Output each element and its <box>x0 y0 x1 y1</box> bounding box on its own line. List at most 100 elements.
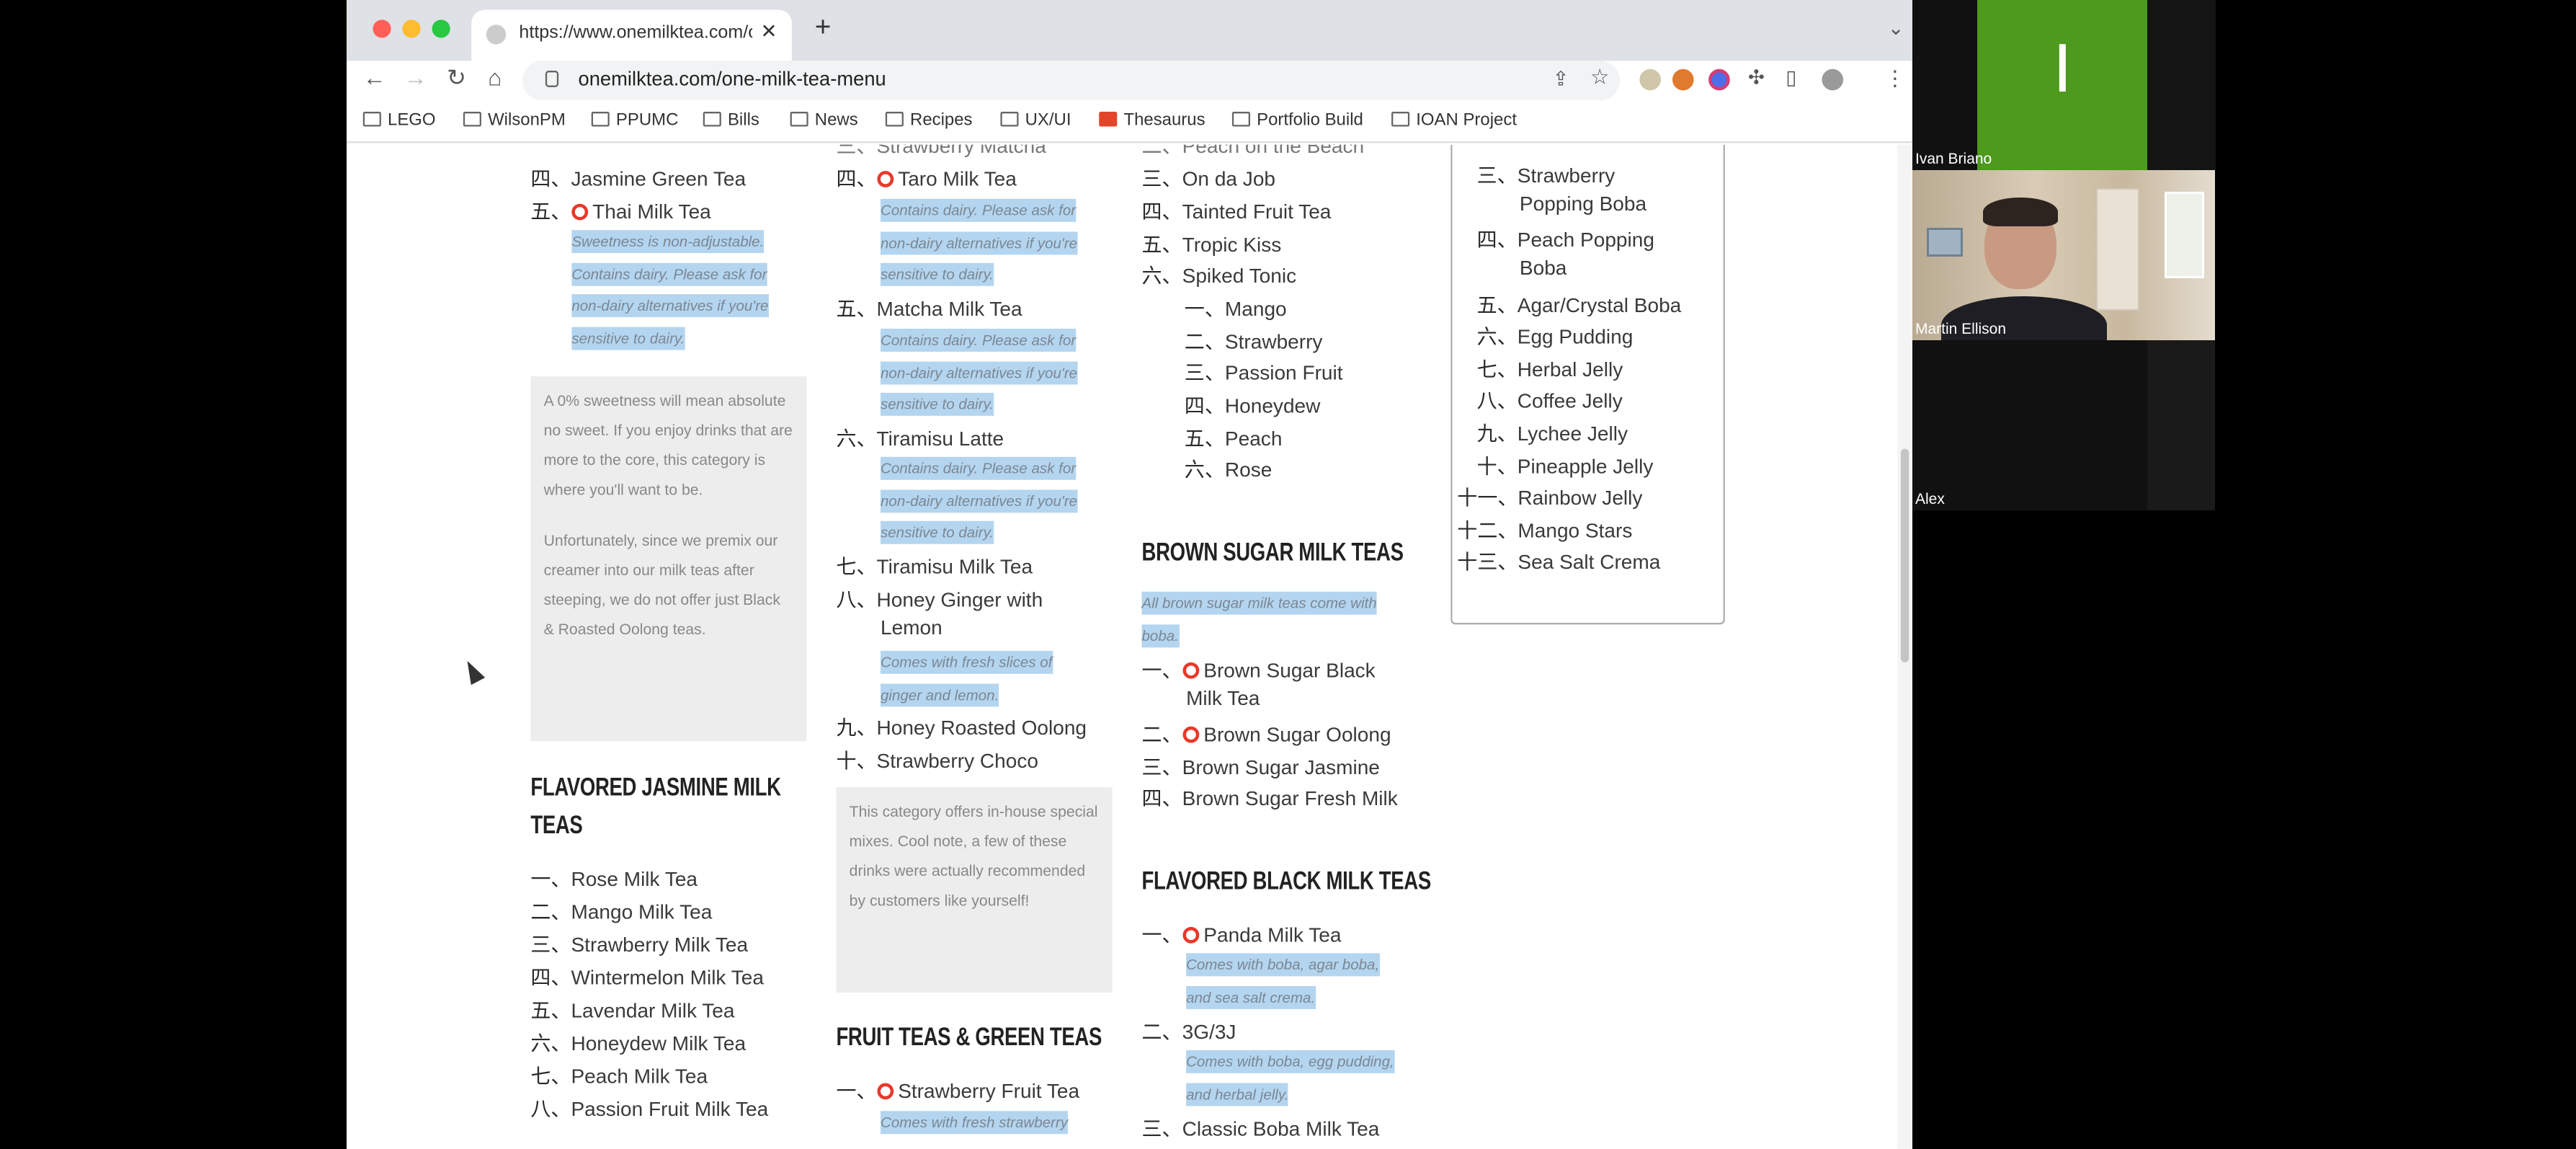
tab-title: https://www.onemilktea.com/o <box>519 22 753 43</box>
menu-item: 五、Lavendar Milk Tea <box>530 999 735 1023</box>
menu-item: 一、 Strawberry Fruit Tea <box>836 1079 1080 1103</box>
folder-icon <box>362 112 381 127</box>
sub-item: 三、Passion Fruit <box>1184 361 1343 385</box>
topping-item: 六、Egg Pudding <box>1476 325 1634 349</box>
minimize-window-icon[interactable] <box>402 19 421 38</box>
sub-item: 二、Strawberry <box>1184 330 1323 354</box>
menu-item: 一、 Panda Milk Tea <box>1141 923 1342 947</box>
menu-item: 三、Brown Sugar Jasmine <box>1141 755 1380 779</box>
person-hair <box>1983 198 2058 226</box>
menu-item: 一、 Brown Sugar Black <box>1141 659 1376 683</box>
sub-item: 四、Honeydew <box>1184 394 1321 418</box>
bookmark-folder[interactable]: Recipes <box>885 110 973 130</box>
address-bar[interactable]: onemilktea.com/one-milk-tea-menu ⇪ ☆ <box>522 61 1620 101</box>
popular-fire-icon <box>1182 926 1199 944</box>
extension-icon[interactable] <box>1672 68 1694 91</box>
popular-fire-icon <box>876 1083 893 1100</box>
popular-fire-icon <box>1182 662 1199 679</box>
folder-icon <box>703 112 721 127</box>
bookmark-folder[interactable]: IOAN Project <box>1391 110 1517 130</box>
reload-icon[interactable]: ↻ <box>447 64 466 92</box>
section-heading-cont: TEAS <box>530 812 583 840</box>
bookmark-folder[interactable]: WilsonPM <box>463 110 566 130</box>
lock-icon <box>545 71 559 87</box>
g3-note: Comes with boba, egg pudding, and herbal … <box>1186 1047 1416 1111</box>
menu-item: 四、Tainted Fruit Tea <box>1141 200 1332 224</box>
popular-fire-icon <box>876 171 893 187</box>
sub-item: 五、Peach <box>1184 427 1283 451</box>
section-heading: FRUIT TEAS & GREEN TEAS <box>836 1024 1102 1052</box>
dairy-note: Contains dairy. Please ask for non-dairy … <box>881 453 1102 549</box>
dairy-note: Contains dairy. Please ask for non-dairy … <box>881 195 1102 291</box>
topping-item: 四、Peach Popping <box>1476 228 1654 252</box>
tab-search-icon[interactable]: ⌄ <box>1888 17 1904 40</box>
more-menu-icon[interactable]: ⋮ <box>1884 66 1906 92</box>
bookmark-star-icon[interactable]: ☆ <box>1590 64 1610 90</box>
dairy-note: Contains dairy. Please ask for non-dairy … <box>881 325 1102 421</box>
puzzle-extensions-icon[interactable]: ✣ <box>1748 66 1765 89</box>
bookmark-thesaurus[interactable]: Thesaurus <box>1099 110 1205 130</box>
topping-item: 九、Lychee Jelly <box>1476 422 1628 445</box>
bookmark-folder[interactable]: LEGO <box>362 110 436 130</box>
side-panel-icon[interactable]: ▯ <box>1786 66 1796 89</box>
scrollbar-thumb[interactable] <box>1900 448 1909 662</box>
menu-item: 十、Strawberry Choco <box>836 749 1038 773</box>
folder-icon <box>885 112 904 127</box>
share-icon[interactable]: ⇪ <box>1553 67 1569 90</box>
topping-item: 八、Coffee Jelly <box>1476 389 1623 413</box>
active-tab[interactable]: https://www.onemilktea.com/o ✕ <box>471 9 792 61</box>
extension-icon[interactable] <box>1639 68 1661 91</box>
menu-item: 四、 Taro Milk Tea <box>836 167 1017 191</box>
folder-icon <box>1231 112 1250 127</box>
topping-item: 五、Agar/Crystal Boba <box>1476 294 1682 318</box>
participant-tile-martin[interactable]: Martin Ellison <box>1912 170 2215 340</box>
menu-item: 六、Tiramisu Latte <box>836 427 1004 451</box>
bookmark-folder[interactable]: News <box>790 110 858 130</box>
home-icon[interactable]: ⌂ <box>488 64 502 90</box>
topping-item: 十三、Sea Salt Crema <box>1457 550 1661 574</box>
tab-strip: https://www.onemilktea.com/o ✕ + ⌄ <box>347 0 1912 61</box>
topping-item: 七、Herbal Jelly <box>1476 358 1623 381</box>
wall-frame <box>1927 228 1963 257</box>
forward-icon[interactable]: → <box>404 64 427 90</box>
menu-item: 四、Wintermelon Milk Tea <box>530 966 764 990</box>
partial-line: 三、Strawberry Matcha <box>836 144 1046 158</box>
bookmark-folder[interactable]: Bills <box>703 110 759 130</box>
close-tab-icon[interactable]: ✕ <box>761 19 777 43</box>
bookmarks-bar: LEGO WilsonPM PPUMC Bills News Recipes U… <box>347 102 1912 143</box>
participant-tile-alex[interactable]: Alex <box>1912 340 2215 510</box>
partial-line: 二、Peach on the Beach <box>1141 144 1365 158</box>
brown-sugar-note: All brown sugar milk teas come with boba. <box>1141 588 1405 652</box>
new-tab-icon[interactable]: + <box>815 12 832 45</box>
menu-item: 七、Peach Milk Tea <box>530 1065 708 1088</box>
bookmark-folder[interactable]: PPUMC <box>591 110 678 130</box>
participant-name: Alex <box>1915 491 1945 507</box>
menu-item: 九、Honey Roasted Oolong <box>836 717 1087 740</box>
popular-fire-icon <box>571 203 588 221</box>
bookmark-folder[interactable]: Portfolio Build <box>1231 110 1363 130</box>
browser-window: https://www.onemilktea.com/o ✕ + ⌄ ← → ↻… <box>347 0 1912 1149</box>
folder-icon <box>1391 112 1410 127</box>
sub-item: 一、Mango <box>1184 297 1287 321</box>
thesaurus-icon <box>1099 112 1118 127</box>
close-window-icon[interactable] <box>373 19 391 38</box>
topping-item: 十、Pineapple Jelly <box>1476 455 1654 479</box>
profile-avatar[interactable] <box>1822 68 1844 91</box>
menu-item-cont: Milk Tea <box>1186 687 1260 710</box>
participant-name: Martin Ellison <box>1915 321 2007 337</box>
folder-icon <box>1000 112 1019 127</box>
bookmark-folder[interactable]: UX/UI <box>1000 110 1071 130</box>
url-text: onemilktea.com/one-milk-tea-menu <box>578 67 886 91</box>
menu-item: 四、Brown Sugar Fresh Milk <box>1141 787 1398 811</box>
maximize-window-icon[interactable] <box>432 19 450 38</box>
menu-item: 五、Matcha Milk Tea <box>836 297 1022 321</box>
section-heading: FLAVORED BLACK MILK TEAS <box>1141 867 1432 896</box>
back-icon[interactable]: ← <box>363 64 386 90</box>
extension-icon[interactable] <box>1708 68 1730 91</box>
browser-toolbar: ← → ↻ ⌂ onemilktea.com/one-milk-tea-menu… <box>347 61 1912 102</box>
participant-name: Ivan Briano <box>1915 151 1992 167</box>
tile-gap <box>2147 0 2216 170</box>
tile-divider <box>2147 340 2215 510</box>
page-scrollbar[interactable] <box>1897 144 1912 1149</box>
sweetness-note: Sweetness is non-adjustable. Contains dai… <box>571 227 801 355</box>
